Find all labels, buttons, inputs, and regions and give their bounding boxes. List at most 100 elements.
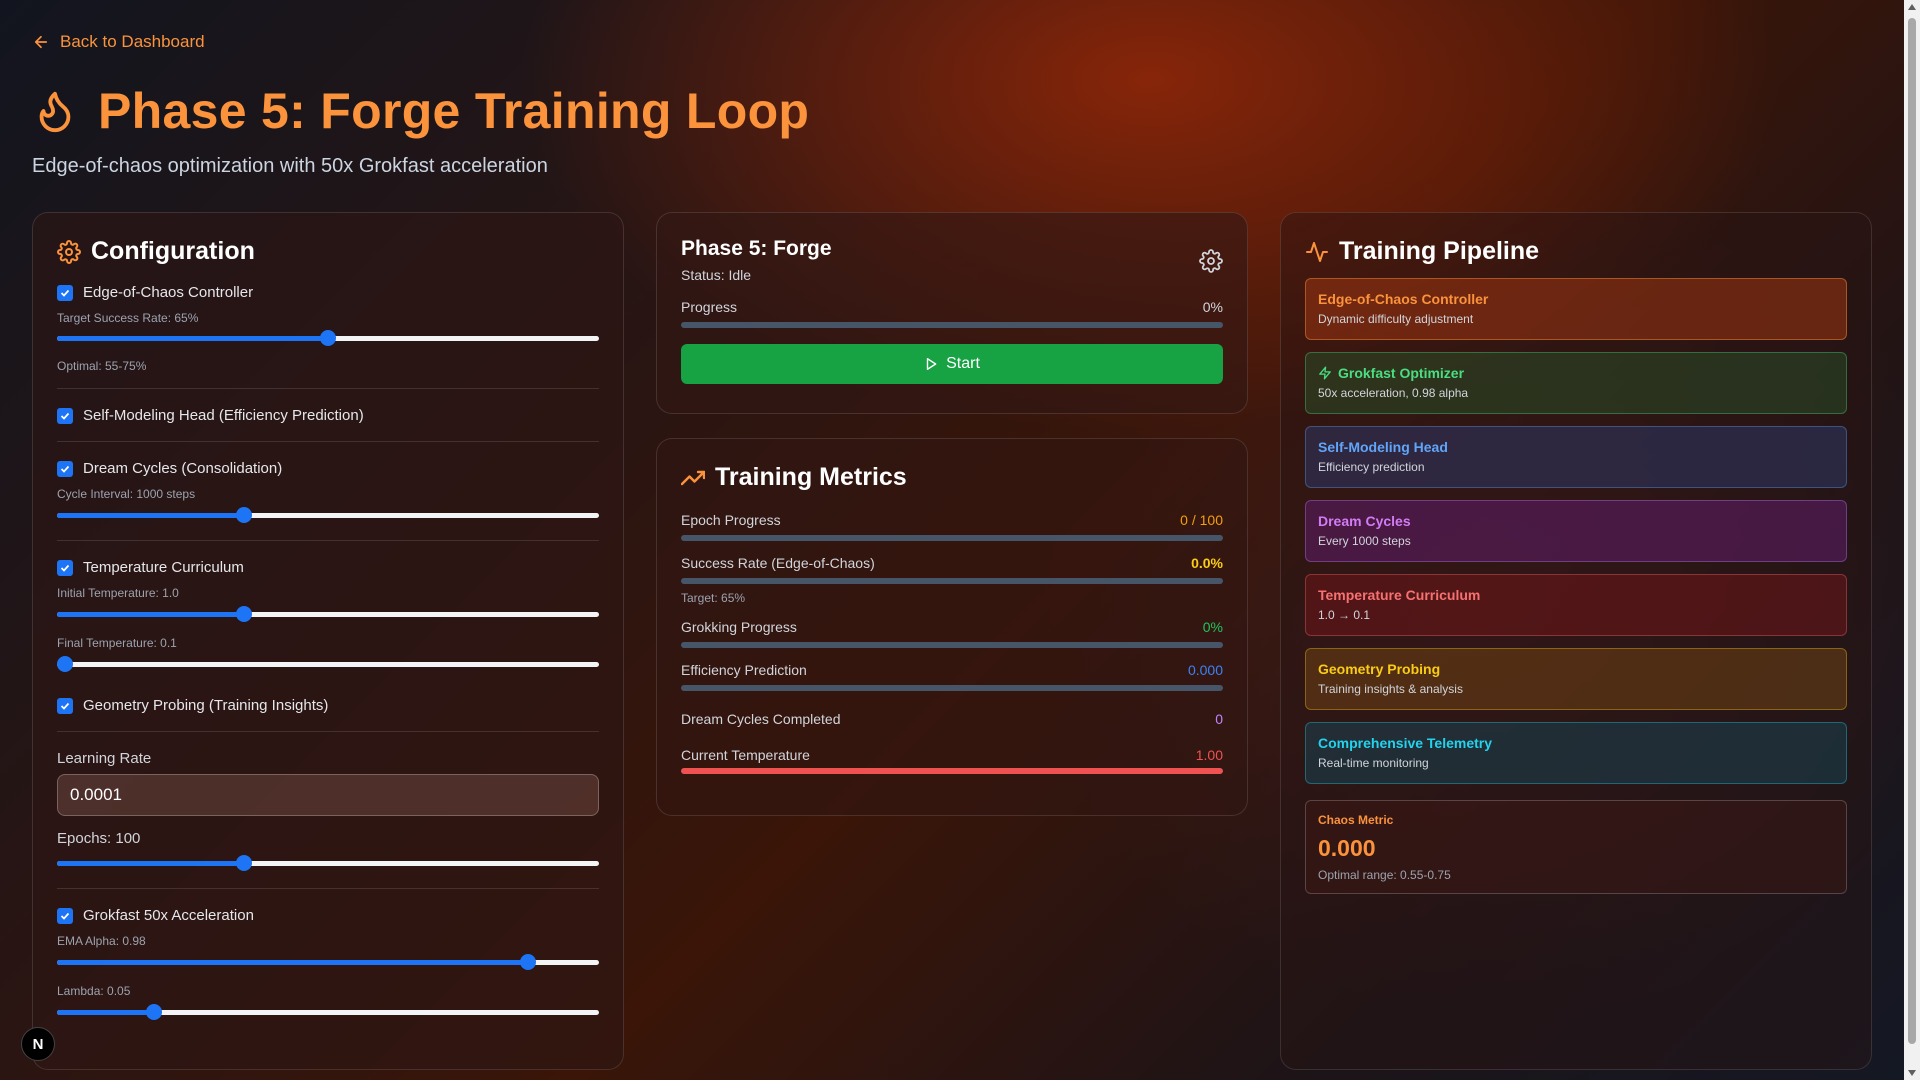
metric-label: Success Rate (Edge-of-Chaos)	[681, 555, 875, 571]
chaos-metric-box: Chaos Metric 0.000 Optimal range: 0.55-0…	[1305, 800, 1847, 894]
pipeline-stage-geometry: Geometry Probing Training insights & ana…	[1305, 648, 1847, 710]
training-metrics-panel: Training Metrics Epoch Progress 0 / 100 S…	[656, 438, 1248, 816]
scroll-up-arrow-icon[interactable]	[1908, 4, 1916, 10]
dream-cycles-checkbox[interactable]	[57, 460, 73, 477]
training-metrics-heading: Training Metrics	[681, 463, 1223, 492]
check-icon	[60, 564, 70, 572]
scrollbar-thumb[interactable]	[1908, 18, 1916, 1044]
page-scrollbar[interactable]	[1904, 0, 1920, 1080]
divider	[57, 731, 599, 732]
progress-bar	[681, 322, 1223, 328]
grokfast-checkbox[interactable]	[57, 907, 73, 924]
stage-desc: Efficiency prediction	[1318, 460, 1425, 474]
check-icon	[60, 289, 70, 297]
temperature-curriculum-checkbox[interactable]	[57, 559, 73, 576]
progress-value: 0%	[1202, 299, 1223, 315]
stage-desc: 1.0 → 0.1	[1318, 608, 1371, 622]
chaos-optimal-range: Optimal range: 0.55-0.75	[1318, 868, 1451, 882]
edge-of-chaos-label: Edge-of-Chaos Controller	[83, 284, 254, 301]
divider	[57, 388, 599, 389]
page-header: Phase 5: Forge Training Loop	[32, 82, 809, 140]
optimal-range-note: Optimal: 55-75%	[57, 359, 147, 373]
temperature-curriculum-label: Temperature Curriculum	[83, 559, 244, 576]
geometry-probing-toggle[interactable]: Geometry Probing (Training Insights)	[57, 697, 599, 714]
pipeline-stage-temperature: Temperature Curriculum 1.0 → 0.1	[1305, 574, 1847, 636]
pipeline-stage-edge-of-chaos: Edge-of-Chaos Controller Dynamic difficu…	[1305, 278, 1847, 340]
zap-icon	[1319, 366, 1331, 380]
training-pipeline-panel: Training Pipeline Edge-of-Chaos Controll…	[1280, 212, 1872, 1070]
self-modeling-label: Self-Modeling Head (Efficiency Predictio…	[83, 407, 364, 424]
n-badge-button[interactable]: N	[21, 1027, 55, 1061]
stage-title: Edge-of-Chaos Controller	[1318, 291, 1489, 307]
initial-temperature-label: Initial Temperature: 1.0	[57, 586, 179, 600]
training-metrics-title: Training Metrics	[715, 463, 907, 491]
lambda-slider[interactable]	[57, 1004, 599, 1020]
success-rate-metric: Success Rate (Edge-of-Chaos) 0.0% Target:…	[681, 555, 1223, 605]
self-modeling-toggle[interactable]: Self-Modeling Head (Efficiency Predictio…	[57, 407, 599, 424]
metric-value: 1.00	[1195, 747, 1223, 763]
pipeline-stage-grokfast: Grokfast Optimizer 50x acceleration, 0.9…	[1305, 352, 1847, 414]
grokking-progress-metric: Grokking Progress 0%	[681, 619, 1223, 648]
phase-control-card: Phase 5: Forge Status: Idle Progress 0% …	[656, 212, 1248, 414]
dream-cycles-label: Dream Cycles (Consolidation)	[83, 460, 283, 477]
check-icon	[60, 412, 70, 420]
settings-gear-icon[interactable]	[1199, 249, 1223, 273]
chaos-metric-value: 0.000	[1318, 835, 1376, 861]
self-modeling-checkbox[interactable]	[57, 407, 73, 424]
flame-icon	[39, 91, 71, 133]
geometry-probing-checkbox[interactable]	[57, 697, 73, 714]
pipeline-stage-self-modeling: Self-Modeling Head Efficiency prediction	[1305, 426, 1847, 488]
check-icon	[60, 702, 70, 710]
edge-of-chaos-toggle[interactable]: Edge-of-Chaos Controller	[57, 284, 599, 301]
stage-title: Grokfast Optimizer	[1338, 365, 1465, 381]
phase-status: Status: Idle	[681, 267, 752, 283]
final-temperature-slider[interactable]	[57, 656, 599, 672]
stage-desc: Every 1000 steps	[1318, 534, 1411, 548]
stage-title: Comprehensive Telemetry	[1318, 735, 1493, 751]
ema-alpha-label: EMA Alpha: 0.98	[57, 934, 146, 948]
temperature-curriculum-toggle[interactable]: Temperature Curriculum	[57, 559, 599, 576]
epoch-progress-bar	[681, 535, 1223, 541]
cycle-interval-slider[interactable]	[57, 507, 599, 523]
epochs-slider[interactable]	[57, 855, 599, 871]
edge-of-chaos-checkbox[interactable]	[57, 284, 73, 301]
start-button[interactable]: Start	[681, 344, 1223, 384]
dream-cycles-toggle[interactable]: Dream Cycles (Consolidation)	[57, 460, 599, 477]
trending-up-icon	[681, 470, 705, 485]
stage-title: Temperature Curriculum	[1318, 587, 1481, 603]
page-subtitle: Edge-of-chaos optimization with 50x Grok…	[32, 155, 548, 177]
learning-rate-label: Learning Rate	[57, 750, 152, 767]
success-rate-bar	[681, 578, 1223, 584]
stage-desc: Training insights & analysis	[1318, 682, 1463, 696]
metric-label: Current Temperature	[681, 747, 810, 763]
metric-label: Efficiency Prediction	[681, 662, 807, 678]
metric-label: Epoch Progress	[681, 512, 781, 528]
training-pipeline-heading: Training Pipeline	[1305, 237, 1847, 266]
metric-value: 0.0%	[1191, 555, 1223, 571]
target-success-rate-slider[interactable]	[57, 330, 599, 346]
configuration-title: Configuration	[91, 237, 255, 265]
stage-desc: Real-time monitoring	[1318, 756, 1429, 770]
grokfast-label: Grokfast 50x Acceleration	[83, 907, 254, 924]
back-to-dashboard-link[interactable]: Back to Dashboard	[32, 32, 205, 52]
page-title: Phase 5: Forge Training Loop	[98, 83, 810, 139]
target-success-rate-label: Target Success Rate: 65%	[57, 311, 199, 325]
stage-desc: 50x acceleration, 0.98 alpha	[1318, 386, 1469, 400]
learning-rate-input[interactable]: 0.0001	[57, 774, 599, 816]
pipeline-stage-list: Edge-of-Chaos Controller Dynamic difficu…	[1305, 278, 1847, 784]
divider	[57, 540, 599, 541]
grokfast-toggle[interactable]: Grokfast 50x Acceleration	[57, 907, 599, 924]
configuration-heading: Configuration	[57, 237, 599, 266]
scroll-down-arrow-icon[interactable]	[1908, 1070, 1916, 1076]
efficiency-prediction-bar	[681, 685, 1223, 691]
check-icon	[60, 465, 70, 473]
epochs-label: Epochs: 100	[57, 830, 141, 847]
activity-icon	[1306, 241, 1328, 262]
divider	[57, 441, 599, 442]
final-temperature-label: Final Temperature: 0.1	[57, 636, 177, 650]
configuration-panel: Configuration Edge-of-Chaos Controller T…	[32, 212, 624, 1070]
initial-temperature-slider[interactable]	[57, 606, 599, 622]
check-icon	[60, 912, 70, 920]
divider	[57, 888, 599, 889]
ema-alpha-slider[interactable]	[57, 954, 599, 970]
